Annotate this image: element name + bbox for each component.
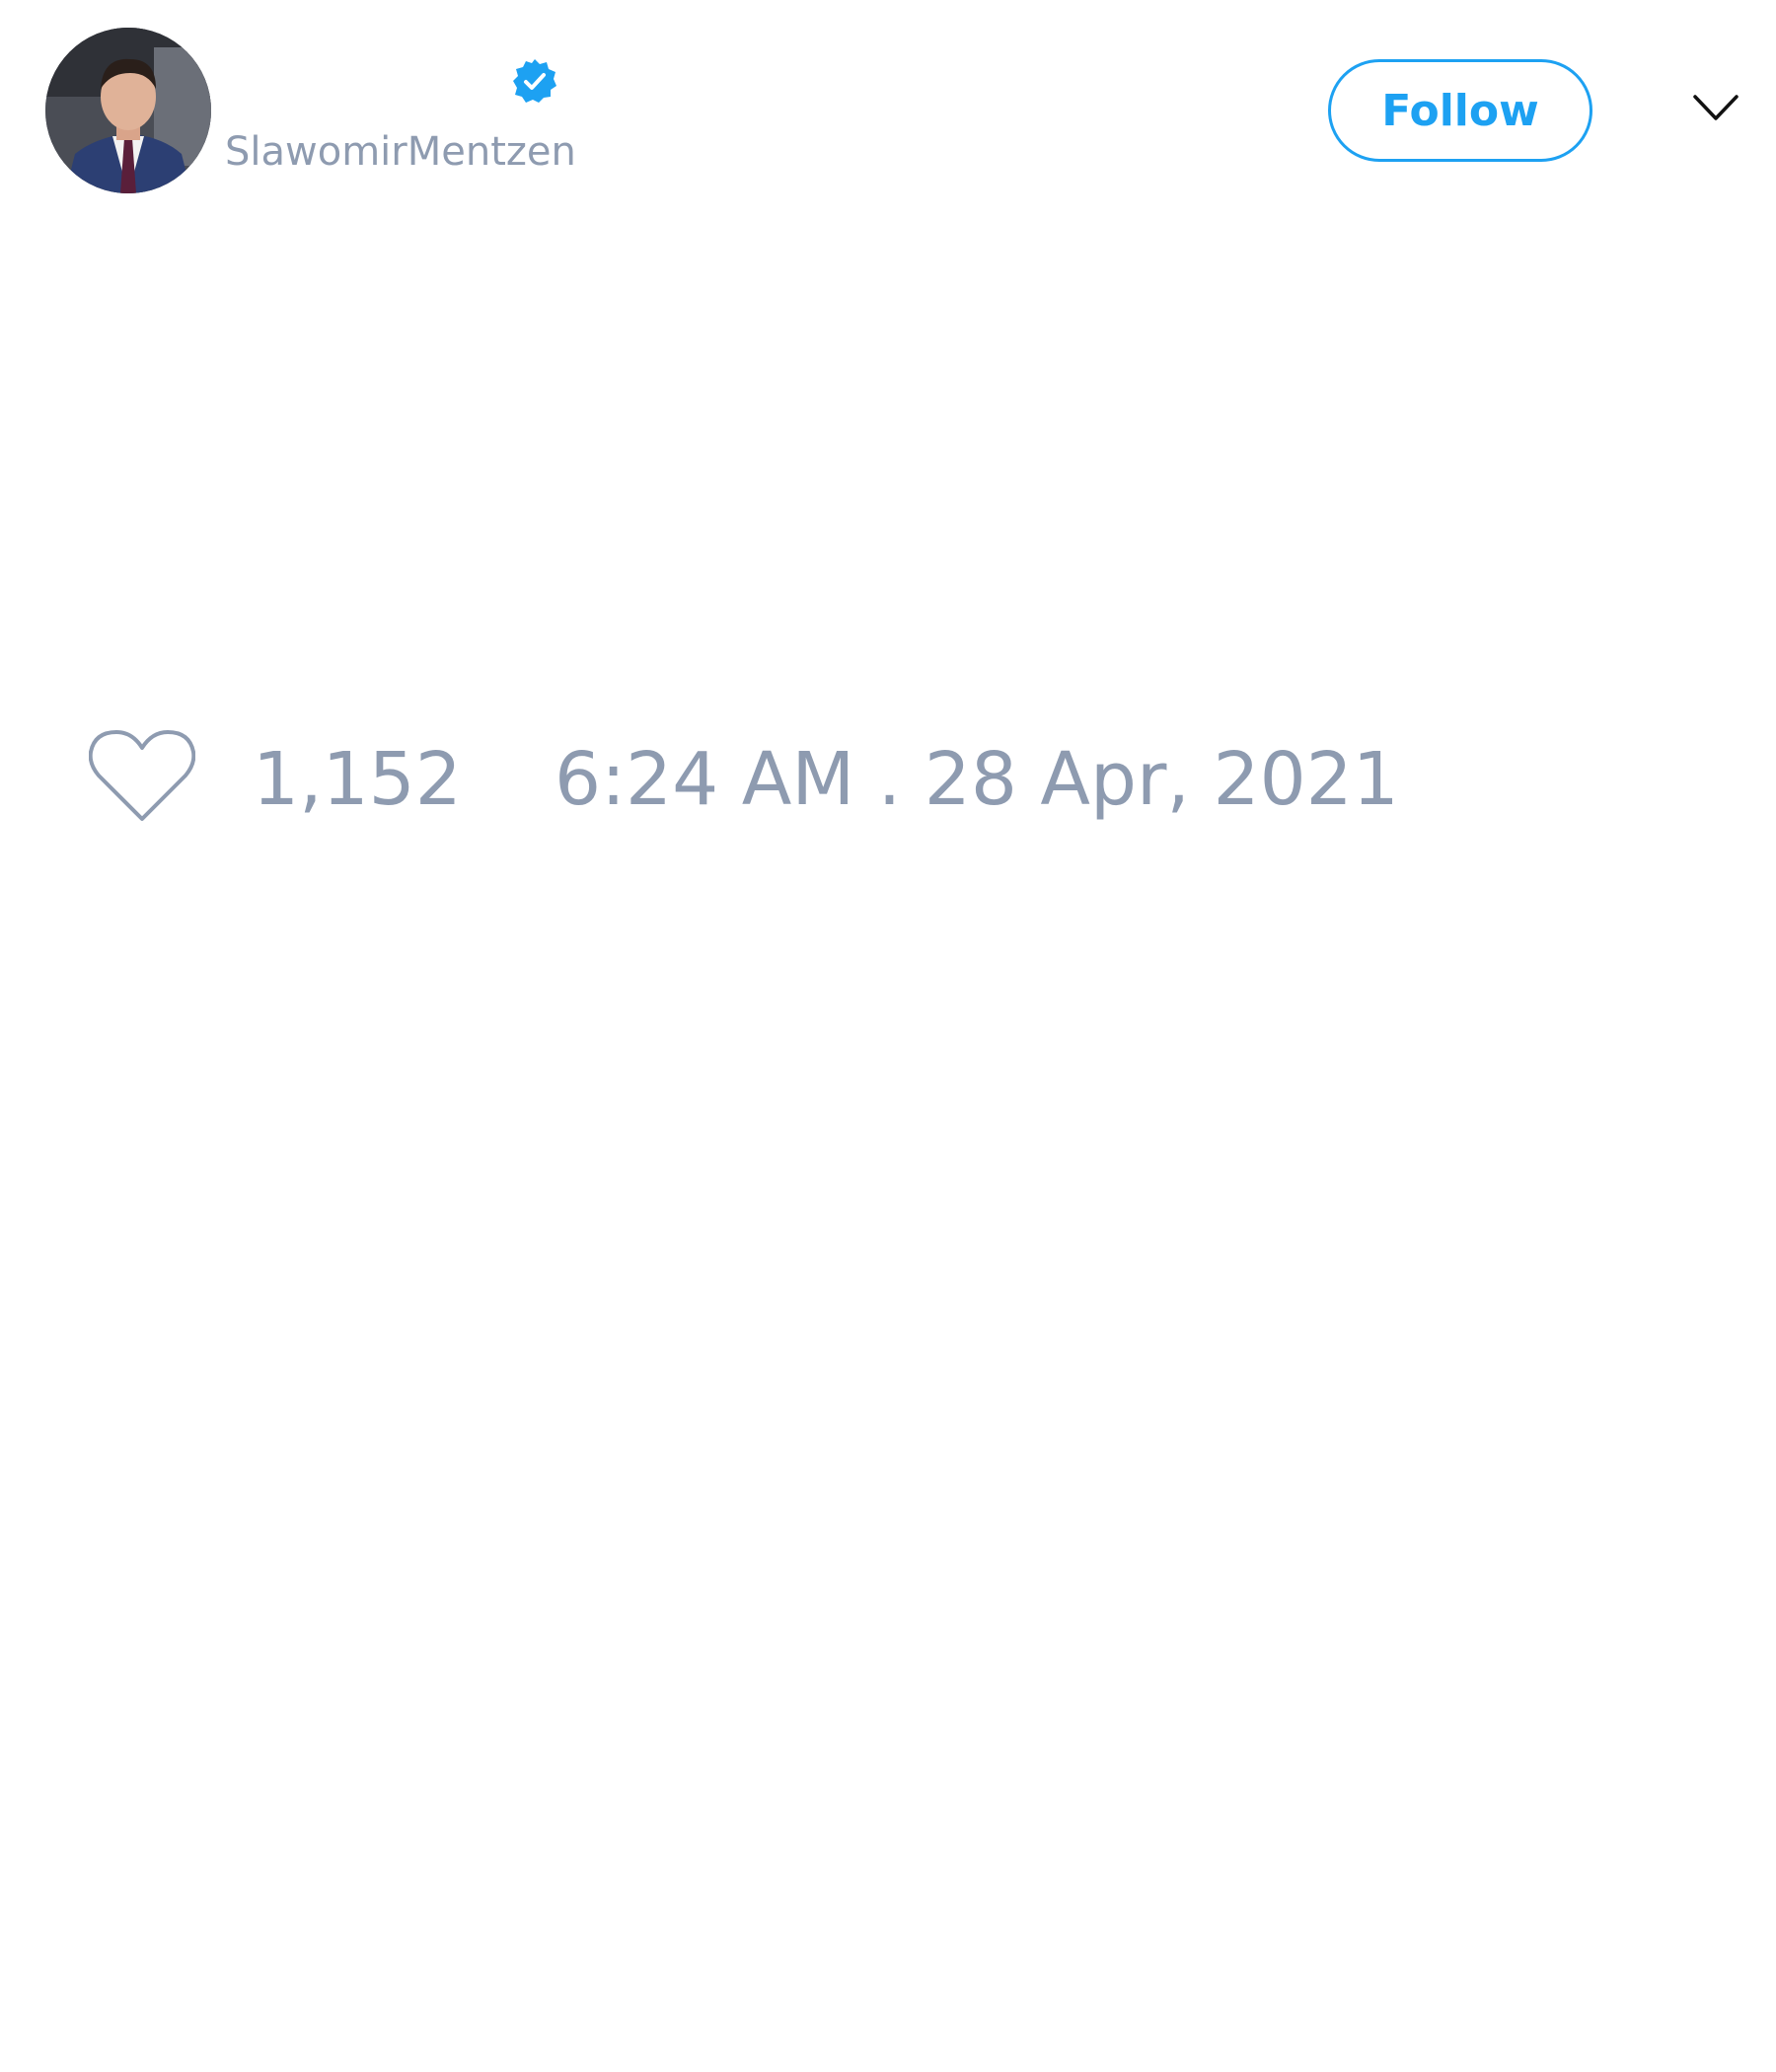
like-count: 1,152 [253,737,462,822]
verified-badge-icon [513,59,556,103]
user-handle[interactable]: SlawomirMentzen [225,126,576,178]
avatar[interactable] [45,28,211,193]
profile-photo [45,28,211,193]
chevron-down-icon[interactable] [1691,91,1740,126]
tweet-card: SlawomirMentzen Follow 1,152 6:24 AM . 2… [0,0,1776,2072]
follow-button[interactable]: Follow [1328,59,1592,162]
heart-outline-icon[interactable] [89,728,195,825]
tweet-timestamp[interactable]: 6:24 AM . 28 Apr, 2021 [555,738,1399,821]
